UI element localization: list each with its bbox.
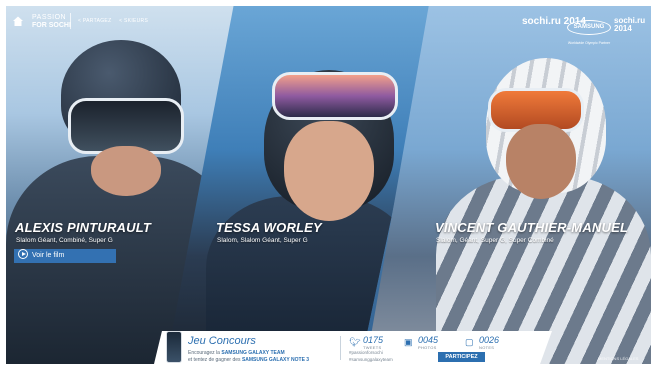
legal-notice-link[interactable]: MENTIONS LÉGALES	[598, 356, 638, 361]
contest-title: Jeu Concours	[188, 335, 256, 347]
brand-divider	[70, 13, 71, 29]
top-bar: PASSION FOR SOCHI < PARTAGEZ < SKIEURS s…	[6, 6, 651, 45]
hashtag-galaxy-team[interactable]: #samsunggalaxyteam	[349, 357, 393, 362]
participate-button[interactable]: PARTICIPEZ	[438, 352, 485, 362]
watch-film-label: Voir le film	[32, 252, 65, 259]
stat-notes-value: 0026	[479, 335, 500, 345]
samsung-partner-text: Worldwide Olympic Partner	[567, 41, 611, 45]
brand-line1: PASSION	[32, 14, 67, 21]
breadcrumb: < PARTAGEZ < SKIEURS	[78, 18, 154, 24]
contest-description-line1: Encouragez la SAMSUNG GALAXY TEAM	[188, 350, 285, 356]
goggles	[272, 72, 398, 120]
hero-stage: PASSION FOR SOCHI < PARTAGEZ < SKIEURS s…	[6, 6, 651, 364]
home-icon[interactable]	[12, 15, 24, 27]
stat-photos-label: PHOTOS	[418, 345, 437, 350]
face	[91, 146, 161, 196]
stat-notes-label: NOTES	[479, 345, 495, 350]
note-icon: ▢	[465, 337, 474, 347]
camera-icon: ▣	[404, 337, 413, 347]
contest-description-line2: et tentez de gagner des SAMSUNG GALAXY N…	[188, 357, 310, 363]
face	[506, 124, 576, 199]
sochi-paralympic-logo: sochi.ru 2014	[614, 16, 646, 33]
phone-icon	[166, 331, 182, 363]
stat-photos-value: 0045	[418, 335, 439, 345]
athlete-name-worley[interactable]: TESSA WORLEY	[216, 220, 322, 235]
twitter-icon: 🐦︎	[349, 337, 361, 347]
play-icon	[18, 249, 28, 259]
stat-tweets-value: 0175	[363, 335, 384, 345]
breadcrumb-item-partagez[interactable]: < PARTAGEZ	[78, 18, 111, 24]
watch-film-button[interactable]: Voir le film	[14, 249, 116, 263]
athlete-events-pinturault: Slalom Géant, Combiné, Super G	[16, 237, 113, 244]
samsung-logo: SAMSUNG	[567, 20, 611, 35]
hashtag-passion[interactable]: #passionforsochi	[349, 350, 383, 355]
face	[284, 121, 374, 221]
athlete-name-pinturault[interactable]: ALEXIS PINTURAULT	[15, 220, 151, 235]
athlete-name-gauthier-manuel[interactable]: VINCENT GAUTHIER-MANUEL	[435, 220, 628, 235]
brand-logo[interactable]: PASSION FOR SOCHI	[32, 14, 71, 30]
breadcrumb-item-skieurs[interactable]: < SKIEURS	[119, 18, 148, 24]
contest-banner: Jeu Concours Encouragez la SAMSUNG GALAX…	[154, 331, 552, 364]
contest-divider	[340, 336, 341, 360]
athlete-events-worley: Slalom, Slalom Géant, Super G	[217, 237, 308, 244]
athlete-events-gauthier-manuel: Slalom, Géant, Super G, Super Combiné	[436, 237, 554, 244]
brand-line2: FOR SOCHI	[32, 22, 71, 29]
